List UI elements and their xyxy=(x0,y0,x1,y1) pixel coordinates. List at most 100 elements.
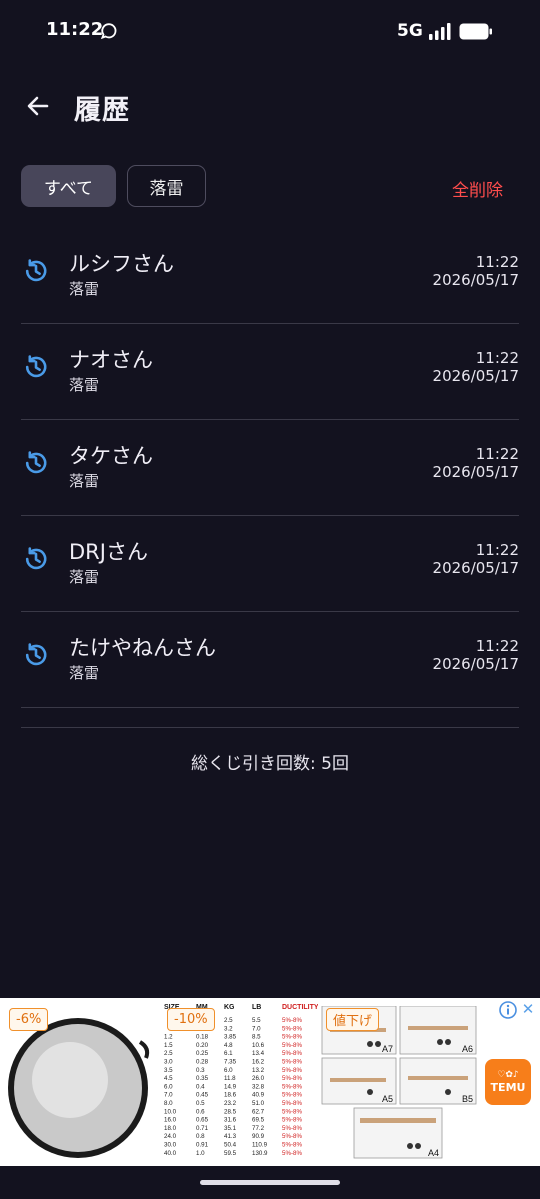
history-item[interactable]: ナオさん 落雷 11:22 2026/05/17 xyxy=(21,324,519,420)
temu-logo: ♡✿♪ TEMU xyxy=(485,1059,531,1105)
table-cell: 0.18 xyxy=(196,1034,209,1041)
table-cell: 7.0 xyxy=(164,1092,173,1099)
history-item-name: たけやねんさん xyxy=(69,636,216,660)
table-cell: 4.8 xyxy=(224,1042,233,1049)
history-item-date: 2026/05/17 xyxy=(432,463,519,481)
table-cell: 5%-8% xyxy=(282,1100,302,1107)
divider xyxy=(21,727,519,728)
part-label: A6 xyxy=(462,1044,473,1054)
history-item-name: タケさん xyxy=(69,444,153,468)
history-item-name: DRJさん xyxy=(69,540,148,564)
arrow-left-icon xyxy=(27,96,49,116)
app-bar: 履歴 xyxy=(0,64,540,148)
info-icon[interactable] xyxy=(498,1000,518,1020)
history-item-type: 落雷 xyxy=(69,664,100,682)
history-icon xyxy=(25,451,47,474)
table-cell: 5%-8% xyxy=(282,1133,302,1140)
table-cell: 0.45 xyxy=(196,1092,209,1099)
table-cell: 0.3 xyxy=(196,1067,205,1074)
table-cell: 5%-8% xyxy=(282,1067,302,1074)
table-cell: 5%-8% xyxy=(282,1042,302,1049)
history-item[interactable]: ルシフさん 落雷 11:22 2026/05/17 xyxy=(21,228,519,324)
table-cell: 4.5 xyxy=(164,1075,173,1082)
history-item-time: 11:22 xyxy=(475,637,519,655)
table-cell: 5%-8% xyxy=(282,1092,302,1099)
page-title: 履歴 xyxy=(74,95,130,126)
filter-chip-all[interactable]: すべて xyxy=(21,165,116,207)
table-cell: 16.0 xyxy=(164,1117,177,1124)
ad-discount-badge: -6% xyxy=(9,1008,49,1031)
ad-mirror-image xyxy=(8,1018,150,1158)
table-cell: 13.2 xyxy=(252,1067,265,1074)
close-icon[interactable]: ✕ xyxy=(520,1000,536,1020)
total-draw-count: 総くじ引き回数: 5回 xyxy=(191,754,349,774)
table-cell: 1.2 xyxy=(164,1034,173,1041)
history-icon xyxy=(25,547,47,570)
table-cell: 5%-8% xyxy=(282,1117,302,1124)
table-cell: 2.5 xyxy=(164,1050,173,1057)
table-cell: 41.3 xyxy=(224,1133,237,1140)
table-cell: 0.4 xyxy=(196,1083,205,1090)
table-cell: 0.35 xyxy=(196,1075,209,1082)
table-cell: 35.1 xyxy=(224,1125,237,1132)
table-cell: 0.28 xyxy=(196,1059,209,1066)
table-cell: 5%-8% xyxy=(282,1125,302,1132)
table-cell: 14.9 xyxy=(224,1083,237,1090)
table-cell: 6.1 xyxy=(224,1050,233,1057)
gesture-nav-bar[interactable] xyxy=(200,1180,340,1185)
table-cell: 77.2 xyxy=(252,1125,265,1132)
table-cell: 0.6 xyxy=(196,1108,205,1115)
table-cell: 1.0 xyxy=(196,1150,205,1157)
table-cell: 11.8 xyxy=(224,1075,236,1082)
history-item[interactable]: タケさん 落雷 11:22 2026/05/17 xyxy=(21,420,519,516)
table-cell: 5%-8% xyxy=(282,1050,302,1057)
table-cell: 6.0 xyxy=(224,1067,233,1074)
table-cell: 31.6 xyxy=(224,1117,237,1124)
table-cell: 16.2 xyxy=(252,1059,265,1066)
history-item[interactable]: DRJさん 落雷 11:22 2026/05/17 xyxy=(21,516,519,612)
network-type: 5G xyxy=(397,21,423,41)
status-time: 11:22 xyxy=(46,19,104,40)
table-cell: 0.20 xyxy=(196,1042,209,1049)
table-cell: 18.6 xyxy=(224,1092,237,1099)
temu-symbols: ♡✿♪ xyxy=(497,1070,519,1080)
ad-banner[interactable]: -6% SIZEMMKGLBDUCTILITY2.55.55%-8%3.27.0… xyxy=(0,998,540,1166)
history-item[interactable]: たけやねんさん 落雷 11:22 2026/05/17 xyxy=(21,612,519,708)
table-cell: 18.0 xyxy=(164,1125,177,1132)
table-cell: 10.0 xyxy=(164,1108,177,1115)
history-item-date: 2026/05/17 xyxy=(432,271,519,289)
battery-icon xyxy=(459,23,492,40)
history-item-time: 11:22 xyxy=(475,349,519,367)
table-cell: 5%-8% xyxy=(282,1075,302,1082)
clear-all-button[interactable]: 全削除 xyxy=(452,176,503,201)
history-item-name: ナオさん xyxy=(69,348,153,372)
table-cell: 13.4 xyxy=(252,1050,265,1057)
table-cell: 130.9 xyxy=(252,1150,268,1157)
filter-chip-rakurai[interactable]: 落雷 xyxy=(127,165,206,207)
table-cell: 3.5 xyxy=(164,1067,173,1074)
table-cell: 0.91 xyxy=(196,1142,209,1149)
table-cell: 26.0 xyxy=(252,1075,265,1082)
history-item-type: 落雷 xyxy=(69,568,100,586)
status-bar: 11:22 5G xyxy=(0,0,540,64)
table-cell: 62.7 xyxy=(252,1108,265,1115)
part-label: B5 xyxy=(462,1094,473,1104)
history-item-type: 落雷 xyxy=(69,280,100,298)
back-button[interactable] xyxy=(16,84,60,128)
table-cell: 3.0 xyxy=(164,1059,173,1066)
history-list: ルシフさん 落雷 11:22 2026/05/17 ナオさん 落雷 11:22 2026/05… xyxy=(21,228,519,708)
filter-bar: すべて 落雷 全削除 xyxy=(0,164,540,210)
table-cell: 24.0 xyxy=(164,1133,177,1140)
table-cell: 5.5 xyxy=(252,1017,261,1024)
history-item-date: 2026/05/17 xyxy=(432,559,519,577)
table-cell: 23.2 xyxy=(224,1100,237,1107)
history-item-time: 11:22 xyxy=(475,253,519,271)
table-cell: 32.8 xyxy=(252,1083,265,1090)
table-cell: 5%-8% xyxy=(282,1059,302,1066)
table-header: DUCTILITY xyxy=(282,1004,318,1011)
table-cell: 30.0 xyxy=(164,1142,177,1149)
table-cell: 110.9 xyxy=(252,1142,268,1149)
table-cell: 0.65 xyxy=(196,1117,209,1124)
table-cell: 5%-8% xyxy=(282,1017,302,1024)
table-cell: 7.0 xyxy=(252,1025,261,1032)
